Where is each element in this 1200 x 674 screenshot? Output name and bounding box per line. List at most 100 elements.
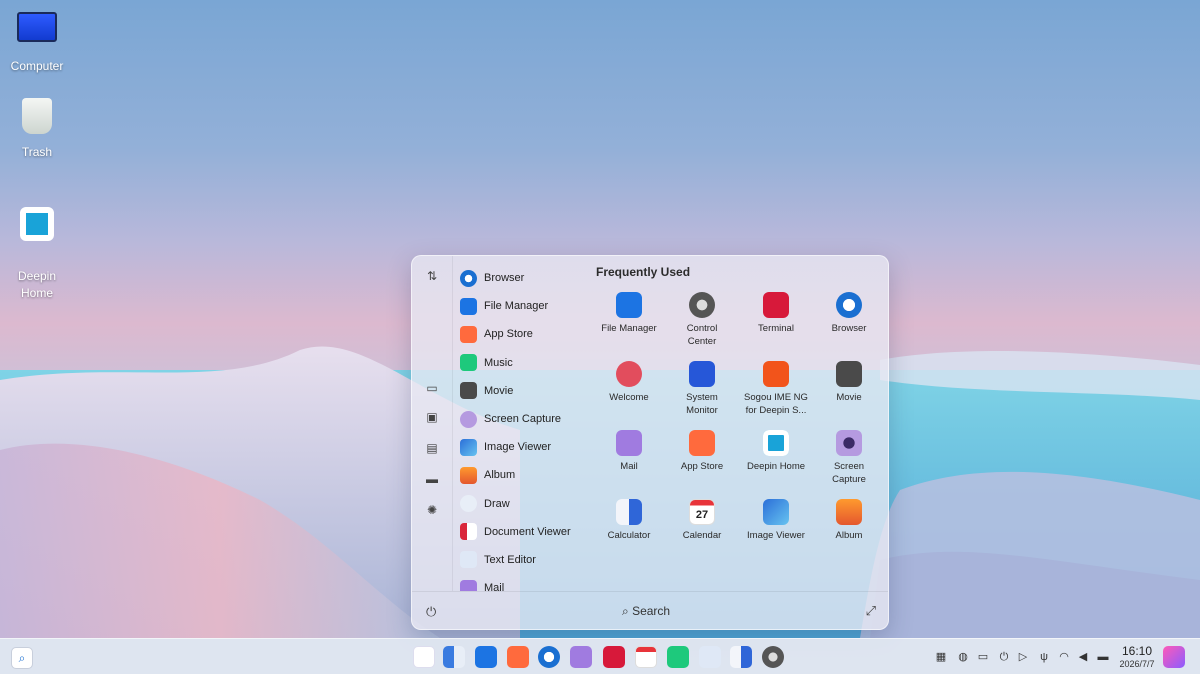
screen-capture-icon xyxy=(836,430,862,456)
grid-app-browser[interactable]: Browser xyxy=(812,292,886,336)
search-label: Search xyxy=(632,604,671,618)
clock-date[interactable]: 2026/7/7 xyxy=(1114,659,1160,669)
desktop-icon-label: Deepin Home xyxy=(17,269,57,300)
text-editor-icon xyxy=(460,551,477,569)
system-monitor-icon xyxy=(689,361,715,387)
music-icon xyxy=(460,354,477,372)
app-list: Browser File Manager App Store Music Mov… xyxy=(460,264,590,591)
display-category-icon[interactable]: ▭ xyxy=(424,380,440,396)
app-store-icon xyxy=(460,325,477,343)
image-viewer-icon xyxy=(763,499,789,525)
grid-app-sogou-ime[interactable]: Sogou IME NG for Deepin S... xyxy=(739,361,813,417)
calculator-icon xyxy=(616,499,642,525)
grid-app-file-manager[interactable]: File Manager xyxy=(592,292,666,336)
power-icon[interactable]: ⏻ xyxy=(426,604,436,620)
app-store-icon xyxy=(689,430,715,456)
keyboard-icon[interactable]: ▦ xyxy=(934,650,948,664)
taskbar: ⌕ ▦ ◍ ▭ ⏻ ▷ ψ ◠ ◀ ▬ 16:10 2026/7/7 xyxy=(0,638,1200,674)
list-item[interactable]: Album xyxy=(460,461,590,489)
usb-icon[interactable]: ψ xyxy=(1037,650,1051,664)
desktop-icon-computer[interactable]: Computer xyxy=(0,8,74,75)
grid-app-image-viewer[interactable]: Image Viewer xyxy=(739,499,813,543)
system-category-icon[interactable]: ▬ xyxy=(424,471,440,487)
calculator-icon[interactable] xyxy=(730,646,752,668)
shield-icon[interactable]: ◍ xyxy=(956,650,970,664)
terminal-icon xyxy=(763,292,789,318)
browser-icon xyxy=(460,269,477,287)
list-item[interactable]: Text Editor xyxy=(460,546,590,574)
document-category-icon[interactable]: ▤ xyxy=(424,440,440,456)
list-item[interactable]: Screen Capture xyxy=(460,405,590,433)
fullscreen-icon[interactable]: ⤢ xyxy=(866,603,876,619)
calendar-icon: 27 xyxy=(689,499,715,525)
deepin-home-icon xyxy=(20,207,54,241)
grid-app-deepin-home[interactable]: Deepin Home xyxy=(739,430,813,474)
file-manager-icon xyxy=(616,292,642,318)
desktop-icon-deepin-home[interactable]: Deepin Home xyxy=(0,190,74,302)
list-item[interactable]: Image Viewer xyxy=(460,433,590,461)
search-button[interactable]: ⌕ Search xyxy=(622,604,670,619)
grid-app-app-store[interactable]: App Store xyxy=(665,430,739,474)
document-viewer-icon xyxy=(460,523,477,541)
album-icon xyxy=(460,466,477,484)
list-item[interactable]: File Manager xyxy=(460,292,590,320)
list-item[interactable]: Browser xyxy=(460,264,590,292)
grid-app-calendar[interactable]: 27 Calendar xyxy=(665,499,739,543)
category-strip: ⇅ ▭ ▣ ▤ ▬ ✺ xyxy=(412,256,453,591)
multitask-icon[interactable] xyxy=(443,646,465,668)
music-icon[interactable] xyxy=(667,646,689,668)
list-item[interactable]: Music xyxy=(460,349,590,377)
battery-icon[interactable]: ▭ xyxy=(976,650,990,664)
frequently-used-title: Frequently Used xyxy=(596,265,691,279)
desktop-icon-label: Trash xyxy=(21,145,53,159)
movie-icon xyxy=(460,382,477,400)
grid-app-album[interactable]: Album xyxy=(812,499,886,543)
grid-app-terminal[interactable]: Terminal xyxy=(739,292,813,336)
text-editor-icon[interactable] xyxy=(699,646,721,668)
deepin-home-icon xyxy=(763,430,789,456)
grid-app-mail[interactable]: Mail xyxy=(592,430,666,474)
mail-icon xyxy=(460,579,477,591)
power-icon[interactable]: ⏻ xyxy=(997,650,1011,664)
grid-app-calculator[interactable]: Calculator xyxy=(592,499,666,543)
list-item[interactable]: Mail xyxy=(460,574,590,591)
browser-icon xyxy=(836,292,862,318)
toggle-icon[interactable]: ▬ xyxy=(1096,650,1110,664)
list-item[interactable]: App Store xyxy=(460,320,590,348)
launcher-panel: ⇅ ▭ ▣ ▤ ▬ ✺ Browser File Manager App Sto… xyxy=(411,255,889,630)
grid-app-screen-capture[interactable]: Screen Capture xyxy=(812,430,886,486)
launcher-bottom-bar: ⏻ ⌕ Search ⤢ xyxy=(412,591,888,629)
list-item[interactable]: Document Viewer xyxy=(460,518,590,546)
grid-app-welcome[interactable]: Welcome xyxy=(592,361,666,405)
grid-app-movie[interactable]: Movie xyxy=(812,361,886,405)
welcome-icon xyxy=(616,361,642,387)
clock-time[interactable]: 16:10 xyxy=(1116,644,1158,658)
calendar-icon[interactable] xyxy=(635,646,657,668)
notification-center-icon[interactable] xyxy=(1163,646,1185,668)
control-center-icon xyxy=(689,292,715,318)
control-center-icon[interactable] xyxy=(762,646,784,668)
file-manager-icon xyxy=(460,297,477,315)
trash-icon xyxy=(22,98,52,134)
app-store-icon[interactable] xyxy=(507,646,529,668)
wifi-icon[interactable]: ◠ xyxy=(1057,650,1071,664)
desktop-icon-trash[interactable]: Trash xyxy=(0,98,74,161)
draw-icon xyxy=(460,495,477,513)
volume-icon[interactable]: ◀ xyxy=(1076,650,1090,664)
movie-icon xyxy=(836,361,862,387)
mail-icon[interactable] xyxy=(570,646,592,668)
browser-icon[interactable] xyxy=(538,646,560,668)
launcher-icon[interactable] xyxy=(413,646,435,668)
sogou-ime-icon xyxy=(763,361,789,387)
grid-app-control-center[interactable]: Control Center xyxy=(665,292,739,348)
grid-app-system-monitor[interactable]: System Monitor xyxy=(665,361,739,417)
list-item[interactable]: Movie xyxy=(460,377,590,405)
search-icon[interactable]: ⌕ xyxy=(11,647,33,669)
list-item[interactable]: Draw xyxy=(460,490,590,518)
play-icon[interactable]: ▷ xyxy=(1016,650,1030,664)
settings-category-icon[interactable]: ✺ xyxy=(424,502,440,518)
terminal-icon[interactable] xyxy=(603,646,625,668)
sort-icon[interactable]: ⇅ xyxy=(424,268,440,284)
file-manager-icon[interactable] xyxy=(475,646,497,668)
image-category-icon[interactable]: ▣ xyxy=(424,409,440,425)
